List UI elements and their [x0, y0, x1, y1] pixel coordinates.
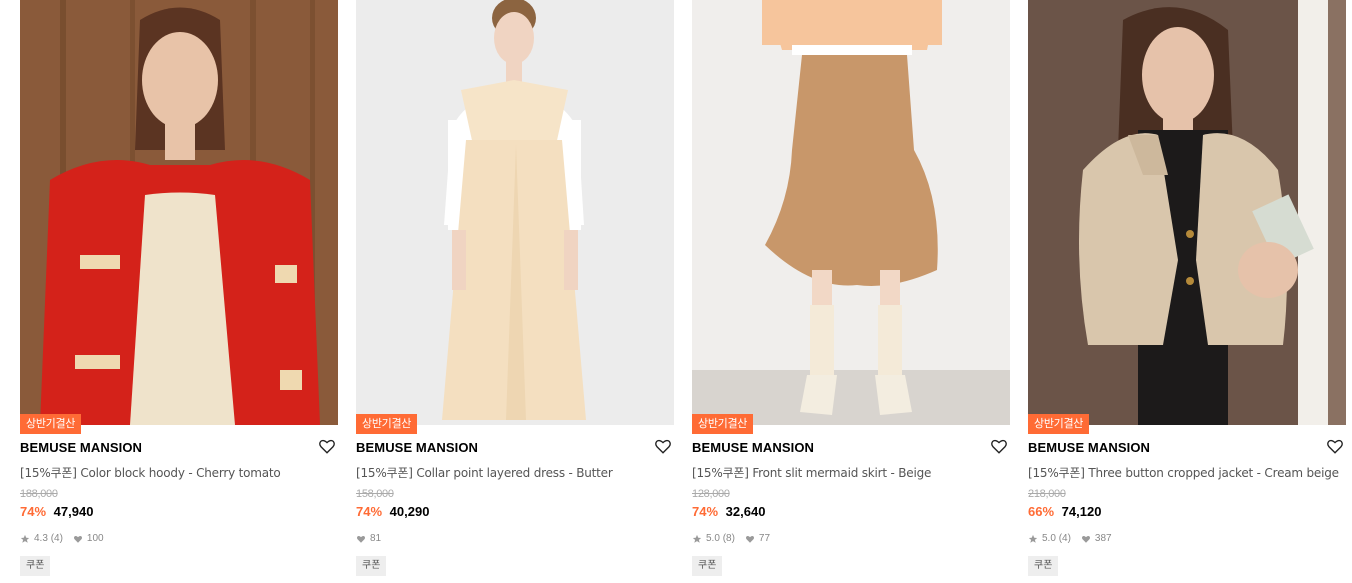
original-price: 218,000	[1028, 488, 1066, 500]
heart-outline-icon[interactable]	[1326, 437, 1344, 455]
discount-rate: 74%	[692, 504, 719, 519]
heart-filled-icon	[73, 534, 83, 544]
price-row: 74% 32,640	[692, 504, 765, 519]
heart-filled-icon	[1081, 534, 1091, 544]
product-image[interactable]	[1028, 0, 1346, 425]
sale-price: 40,290	[389, 504, 430, 519]
review-meta: 81	[356, 533, 381, 544]
promo-badge: 상반기결산	[356, 414, 418, 434]
like-count: 100	[86, 533, 104, 544]
product-card[interactable]: 상반기결산 BEMUSE MANSION [15%쿠폰] Three butto…	[1028, 0, 1346, 583]
original-price: 158,000	[356, 488, 394, 500]
brand-name[interactable]: BEMUSE MANSION	[1028, 440, 1150, 455]
price-row: 74% 40,290	[356, 504, 429, 519]
rating-value: 5.0 (4)	[1042, 533, 1071, 544]
product-name[interactable]: [15%쿠폰] Front slit mermaid skirt - Beige	[692, 464, 931, 481]
like-count: 387	[1094, 533, 1112, 544]
discount-rate: 74%	[356, 504, 383, 519]
heart-outline-icon[interactable]	[654, 437, 672, 455]
sale-price: 32,640	[725, 504, 766, 519]
product-card[interactable]: 상반기결산 BEMUSE MANSION [15%쿠폰] Collar poin…	[356, 0, 674, 583]
heart-filled-icon	[356, 534, 366, 544]
original-price: 128,000	[692, 488, 730, 500]
product-image[interactable]	[20, 0, 338, 425]
brand-name[interactable]: BEMUSE MANSION	[692, 440, 814, 455]
discount-rate: 74%	[20, 504, 47, 519]
brand-name[interactable]: BEMUSE MANSION	[20, 440, 142, 455]
like-count: 77	[758, 533, 771, 544]
review-meta: 5.0 (4) 387	[1028, 533, 1112, 544]
product-name[interactable]: [15%쿠폰] Collar point layered dress - But…	[356, 464, 613, 481]
coupon-badge: 쿠폰	[356, 556, 387, 576]
price-row: 74% 47,940	[20, 504, 93, 519]
sale-price: 47,940	[53, 504, 94, 519]
coupon-badge: 쿠폰	[20, 556, 51, 576]
heart-outline-icon[interactable]	[318, 437, 336, 455]
promo-badge: 상반기결산	[20, 414, 82, 434]
promo-badge: 상반기결산	[692, 414, 754, 434]
rating-value: 5.0 (8)	[706, 533, 735, 544]
brand-name[interactable]: BEMUSE MANSION	[356, 440, 478, 455]
product-name[interactable]: [15%쿠폰] Color block hoody - Cherry tomat…	[20, 464, 281, 481]
star-icon	[692, 534, 702, 544]
star-icon	[1028, 534, 1038, 544]
product-card[interactable]: 상반기결산 BEMUSE MANSION [15%쿠폰] Color block…	[20, 0, 338, 583]
product-card[interactable]: 상반기결산 BEMUSE MANSION [15%쿠폰] Front slit …	[692, 0, 1010, 583]
like-count: 81	[370, 533, 382, 544]
promo-badge: 상반기결산	[1028, 414, 1090, 434]
coupon-badge: 쿠폰	[1028, 556, 1059, 576]
price-row: 66% 74,120	[1028, 504, 1101, 519]
heart-outline-icon[interactable]	[990, 437, 1008, 455]
rating-value: 4.3 (4)	[34, 533, 63, 544]
discount-rate: 66%	[1028, 504, 1055, 519]
star-icon	[20, 534, 30, 544]
coupon-badge: 쿠폰	[692, 556, 723, 576]
product-image[interactable]	[692, 0, 1010, 425]
sale-price: 74,120	[1061, 504, 1102, 519]
product-name[interactable]: [15%쿠폰] Three button cropped jacket - Cr…	[1028, 464, 1339, 481]
review-meta: 4.3 (4) 100	[20, 533, 104, 544]
review-meta: 5.0 (8) 77	[692, 533, 770, 544]
original-price: 188,000	[20, 488, 58, 500]
product-image[interactable]	[356, 0, 674, 425]
heart-filled-icon	[745, 534, 755, 544]
product-grid: 상반기결산 BEMUSE MANSION [15%쿠폰] Color block…	[0, 0, 1352, 583]
